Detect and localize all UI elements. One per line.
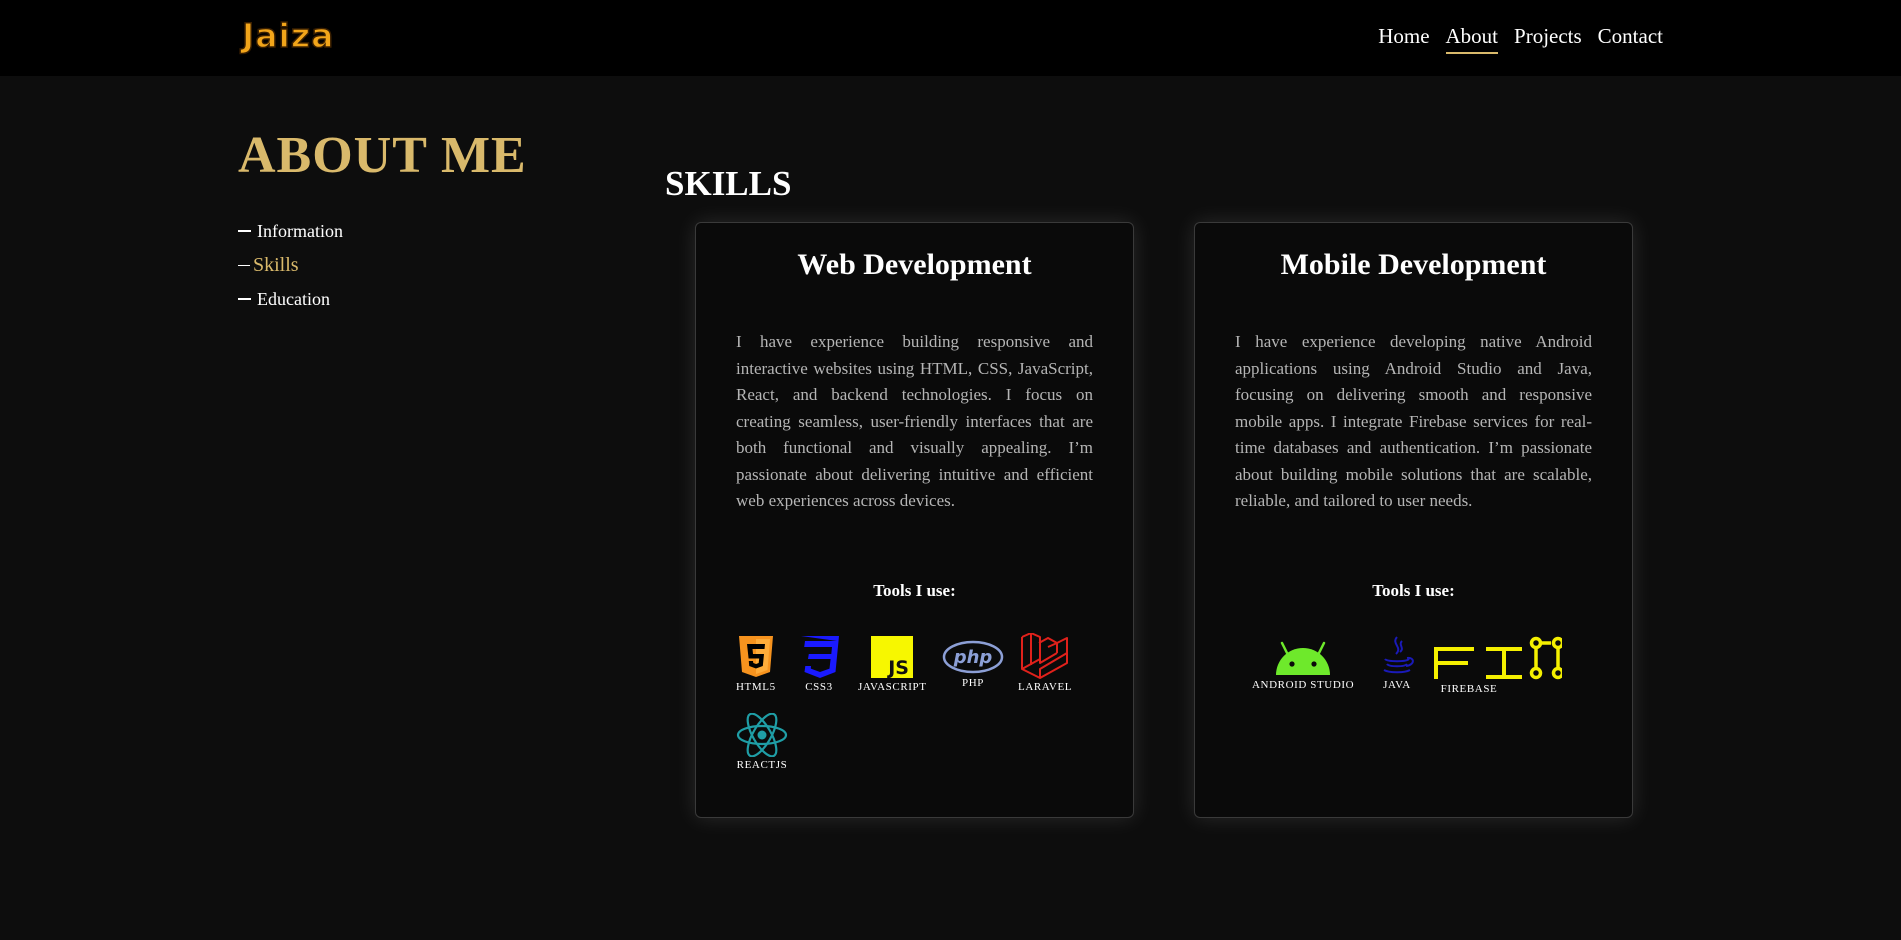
react-icon [736, 713, 788, 757]
logo[interactable]: Jaiza [241, 15, 354, 57]
nav-link-about[interactable]: About [1445, 22, 1499, 54]
card-title: Mobile Development [1280, 248, 1547, 281]
tool-css3[interactable]: CSS3 [797, 635, 841, 693]
nav-link-contact[interactable]: Contact [1598, 22, 1663, 54]
section-nav-label: Information [257, 220, 343, 241]
android-icon [1276, 641, 1331, 675]
tool-name: LARAVEL [1018, 681, 1073, 693]
java-icon [1383, 636, 1414, 674]
dash-icon [238, 298, 251, 300]
tool-name: JAVA [1383, 679, 1411, 691]
php-icon: php [942, 640, 1004, 674]
tool-name: JAVASCRIPT [858, 681, 927, 693]
section-nav: Information Skills Education [238, 214, 343, 316]
mobile-development-card: Mobile Development I have experience dev… [1194, 222, 1633, 818]
tools-label: Tools I use: [1372, 581, 1455, 600]
tool-firebase[interactable]: FIREBASE [1434, 635, 1562, 695]
tool-name: REACTJS [736, 759, 788, 771]
navbar: Jaiza Home About Projects Contact [0, 0, 1901, 76]
javascript-icon: JS [871, 636, 914, 679]
card-description: I have experience developing native Andr… [1235, 332, 1592, 510]
section-nav-label: Education [257, 288, 330, 309]
nav-links: Home About Projects Contact [1378, 22, 1663, 54]
tools-label: Tools I use: [873, 581, 956, 600]
tool-html5[interactable]: HTML5 [736, 635, 776, 693]
firebase-icon [1434, 636, 1562, 680]
tool-name: FIREBASE [1440, 683, 1498, 695]
tool-name: PHP [962, 677, 984, 689]
dash-icon [238, 230, 251, 232]
tool-name: ANDROID STUDIO [1252, 679, 1355, 691]
tool-laravel[interactable]: LARAVEL [1018, 633, 1072, 693]
tool-android-studio[interactable]: ANDROID STUDIO [1252, 637, 1354, 691]
section-nav-information[interactable]: Information [238, 214, 343, 248]
web-development-card: Web Development I have experience buildi… [695, 222, 1134, 818]
nav-link-projects[interactable]: Projects [1514, 22, 1582, 54]
dash-icon [238, 264, 250, 266]
tool-name: CSS3 [805, 681, 833, 693]
section-nav-education[interactable]: Education [238, 282, 343, 316]
tool-javascript[interactable]: JS JAVASCRIPT [858, 635, 927, 693]
skills-heading: SKILLS [665, 164, 792, 203]
svg-text:JS: JS [887, 657, 910, 679]
logo-text: Jaiza [241, 15, 335, 56]
tool-reactjs[interactable]: REACTJS [736, 713, 788, 771]
page-title: ABOUT ME [238, 127, 527, 184]
section-nav-label: Skills [253, 253, 299, 276]
css3-icon [801, 636, 839, 678]
html5-icon [738, 636, 773, 677]
tool-php[interactable]: php PHP [942, 639, 1004, 689]
card-description: I have experience building responsive an… [736, 332, 1093, 510]
card-title: Web Development [797, 248, 1032, 281]
laravel-icon [1021, 633, 1069, 679]
svg-text:php: php [953, 647, 993, 668]
nav-link-home[interactable]: Home [1378, 22, 1429, 54]
section-nav-skills[interactable]: Skills [238, 248, 343, 282]
tool-java[interactable]: JAVA [1377, 635, 1417, 691]
tool-name: HTML5 [736, 681, 776, 693]
